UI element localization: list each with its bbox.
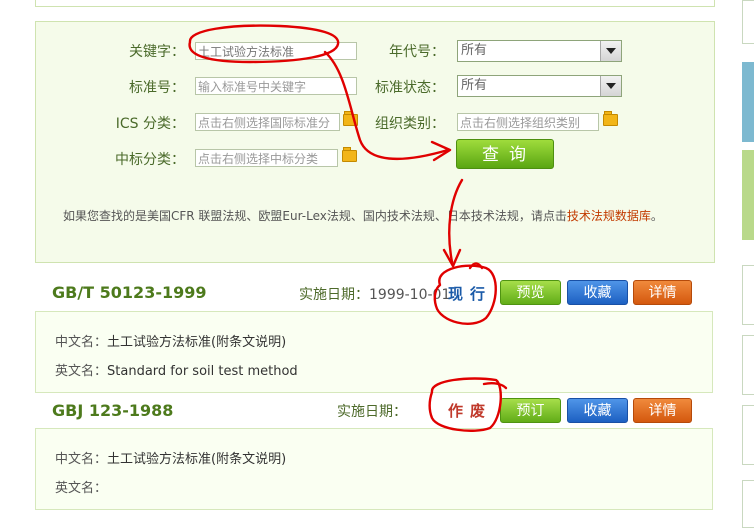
right-edge-image [742, 62, 754, 142]
date-label: 实施日期： [299, 287, 369, 303]
result-date: 实施日期：1999-10-01 [299, 284, 450, 304]
preview-button[interactable]: 预览 [500, 280, 561, 305]
ccs-label: 中标分类： [115, 152, 185, 168]
result-detail-box [35, 428, 713, 510]
cn-name-value: 土工试验方法标准(附条文说明) [107, 452, 287, 467]
reserve-button[interactable]: 预订 [500, 398, 561, 423]
chevron-down-icon[interactable] [600, 76, 621, 96]
right-edge-box [742, 0, 754, 44]
status-badge: 作废 [448, 402, 493, 420]
annotation-stroke [468, 262, 484, 270]
right-edge-box [742, 405, 754, 465]
favorite-button[interactable]: 收藏 [567, 280, 628, 305]
result-code[interactable]: GB/T 50123-1999 [52, 283, 207, 302]
org-label: 组织类别： [375, 116, 445, 132]
right-sidebar-edge [742, 0, 754, 528]
regulation-db-link[interactable]: 技术法规数据库 [567, 209, 651, 223]
detail-button[interactable]: 详情 [633, 280, 692, 305]
standard-no-label: 标准号： [129, 80, 185, 96]
favorite-button[interactable]: 收藏 [567, 398, 628, 423]
en-name-value: Standard for soil test method [107, 364, 298, 379]
keyword-label: 关键字： [129, 44, 185, 60]
year-select-value: 所有 [461, 43, 488, 58]
top-panel-edge [35, 0, 715, 7]
ccs-input[interactable]: 点击右侧选择中标分类 [195, 149, 338, 167]
notice-text: 如果您查找的是美国CFR 联盟法规、欧盟Eur-Lex法规、国内技术法规、日本技… [63, 207, 663, 224]
en-name: 英文名： [55, 477, 107, 496]
org-input[interactable]: 点击右侧选择组织类别 [457, 113, 599, 131]
ics-label: ICS 分类： [115, 116, 185, 132]
right-edge-box [742, 480, 754, 528]
year-select[interactable]: 所有 [457, 40, 622, 62]
result-date: 实施日期： [337, 401, 407, 421]
status-badge: 现行 [448, 285, 493, 303]
ics-input[interactable]: 点击右侧选择国际标准分 [195, 113, 340, 131]
folder-icon[interactable] [342, 147, 357, 162]
cn-name: 中文名：土工试验方法标准(附条文说明) [55, 331, 286, 350]
result-code[interactable]: GBJ 123-1988 [52, 401, 173, 420]
search-button[interactable]: 查询 [456, 139, 554, 169]
notice-end: 。 [650, 209, 663, 223]
folder-icon[interactable] [603, 111, 618, 126]
cn-name-value: 土工试验方法标准(附条文说明) [107, 335, 287, 350]
status-select-value: 所有 [461, 78, 488, 93]
right-edge-box [742, 265, 754, 325]
en-name: 英文名：Standard for soil test method [55, 360, 298, 379]
date-label: 实施日期： [337, 404, 407, 420]
cn-name-label: 中文名： [55, 335, 108, 350]
right-edge-image [742, 150, 754, 240]
status-select[interactable]: 所有 [457, 75, 622, 97]
chevron-down-icon[interactable] [600, 41, 621, 61]
year-label: 年代号： [389, 44, 445, 60]
right-edge-box [742, 335, 754, 395]
notice-body: 如果您查找的是美国CFR 联盟法规、欧盟Eur-Lex法规、国内技术法规、日本技… [63, 209, 567, 223]
en-name-label: 英文名： [55, 481, 108, 496]
result-detail-box [35, 311, 713, 393]
date-value: 1999-10-01 [369, 287, 451, 303]
en-name-label: 英文名： [55, 364, 108, 379]
detail-button[interactable]: 详情 [633, 398, 692, 423]
cn-name-label: 中文名： [55, 452, 108, 467]
cn-name: 中文名：土工试验方法标准(附条文说明) [55, 448, 286, 467]
status-label: 标准状态： [375, 80, 445, 96]
